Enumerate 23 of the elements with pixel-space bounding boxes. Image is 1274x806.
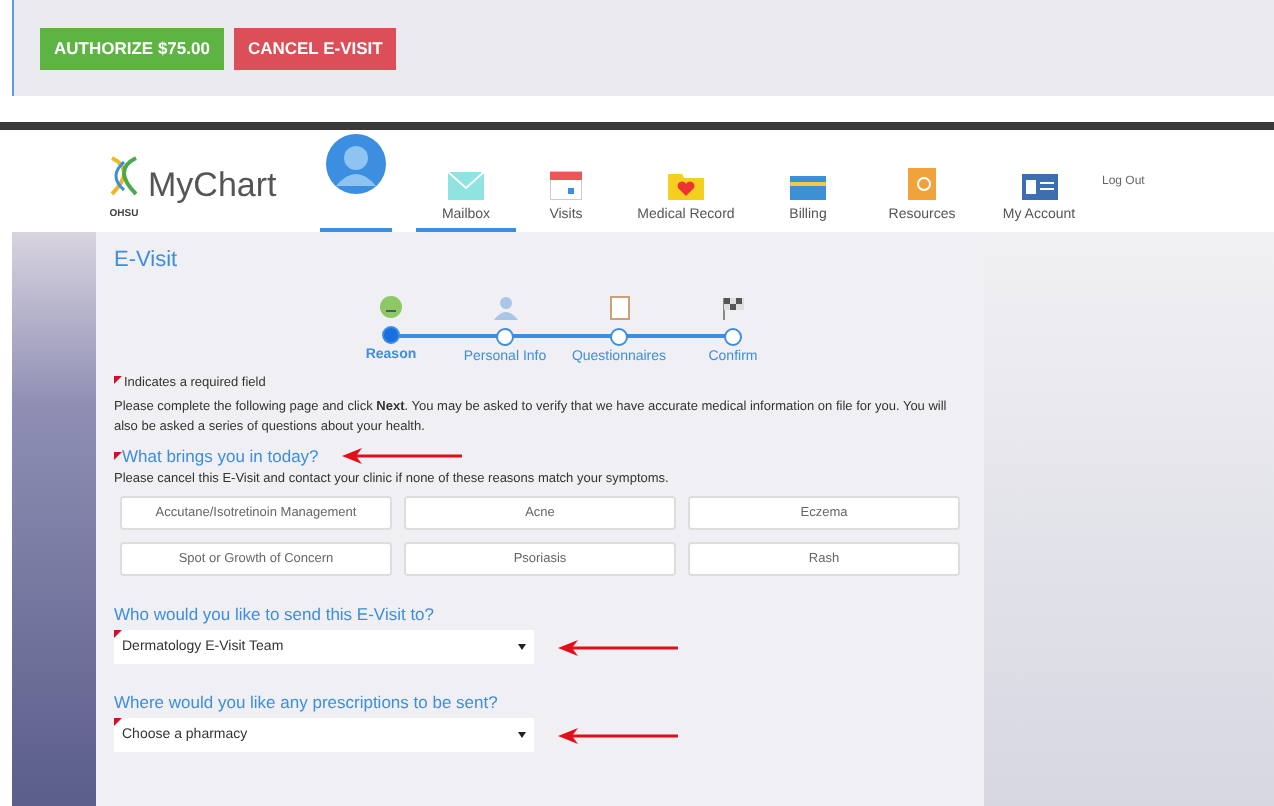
clipboard-icon — [609, 296, 629, 320]
id-card-icon — [1021, 174, 1057, 200]
folder-heart-icon — [668, 172, 704, 200]
question-label: What brings you in today? — [122, 446, 319, 466]
required-marker — [114, 376, 122, 384]
dropdown-caret-icon — [518, 644, 526, 650]
avatar-icon[interactable] — [326, 134, 386, 194]
page-title: E-Visit — [114, 248, 180, 272]
book-icon — [908, 168, 936, 200]
logo-text: MyChart — [148, 166, 277, 206]
checkered-flag-icon — [721, 296, 745, 320]
arrow-annotation — [342, 448, 463, 464]
dropdown-caret-icon — [518, 732, 526, 738]
person-icon — [493, 296, 517, 320]
arrow-annotation — [558, 727, 678, 743]
question-label: Who would you like to send this E-Visit to? — [114, 604, 435, 624]
calendar-icon — [550, 168, 582, 200]
envelope-icon — [448, 172, 484, 200]
cancel-button[interactable]: CANCEL E-VISIT — [233, 27, 397, 69]
face-icon — [380, 296, 402, 318]
arrow-annotation — [558, 639, 678, 655]
credit-card-icon — [790, 176, 826, 200]
question-label: Where would you like any prescriptions to be sent? — [114, 692, 498, 712]
